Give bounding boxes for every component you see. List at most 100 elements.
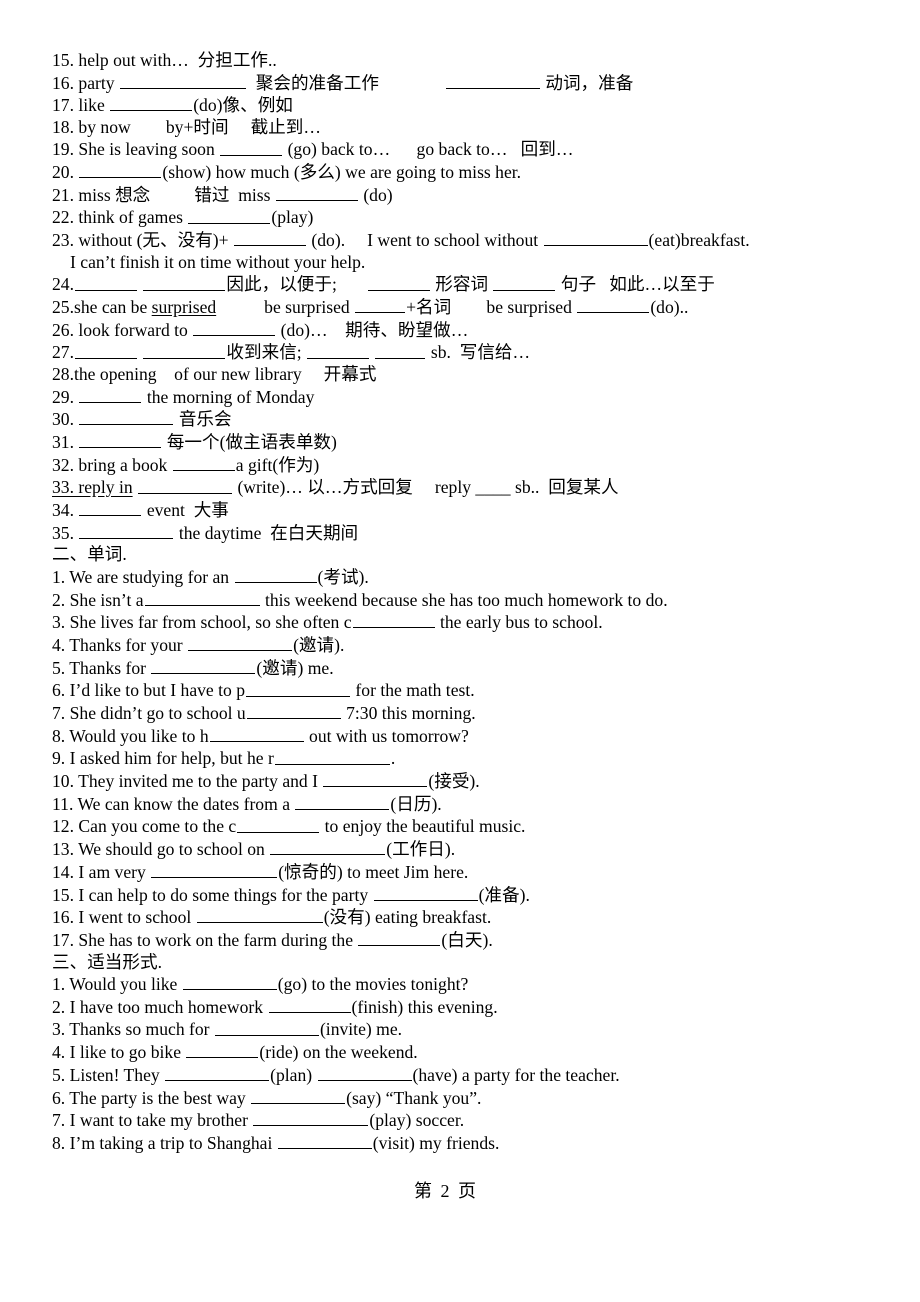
line-number: 28.	[52, 364, 74, 385]
blank-field[interactable]	[234, 229, 306, 247]
blank-field[interactable]	[214, 1018, 319, 1036]
blank-field[interactable]	[182, 973, 277, 991]
line-text: bring a book	[78, 454, 168, 475]
line-number: 9.	[52, 748, 66, 769]
line-text: I went to school	[78, 907, 192, 928]
line-number: 24.	[52, 274, 74, 295]
line-number: 4.	[52, 635, 66, 656]
blank-field[interactable]	[188, 206, 271, 224]
line-number: 8.	[52, 725, 66, 746]
line-number: 18.	[52, 116, 74, 137]
blank-field[interactable]	[75, 341, 137, 359]
blank-field[interactable]	[79, 161, 162, 179]
line-text: (ride) on the weekend.	[259, 1042, 418, 1063]
line-text: (eat)breakfast.	[648, 230, 750, 251]
blank-field[interactable]	[317, 1064, 412, 1081]
blank-field[interactable]	[577, 296, 650, 314]
line-text: I can’t finish it on time without your h…	[70, 251, 366, 272]
form-line-6: 6. The party is the best way (say) “Than…	[52, 1087, 880, 1110]
line-text: Thanks so much for	[69, 1019, 210, 1040]
blank-field[interactable]	[138, 476, 233, 494]
blank-field[interactable]	[110, 94, 193, 112]
blank-field[interactable]	[143, 273, 226, 291]
blank-field[interactable]	[119, 72, 246, 89]
blank-field[interactable]	[275, 184, 358, 201]
line-text: She isn’t a	[69, 589, 144, 610]
blank-field[interactable]	[143, 341, 226, 359]
blank-field[interactable]	[237, 815, 320, 833]
line-text: .	[390, 748, 396, 769]
exercise-line-19: 19. She is leaving soon (go) back to… go…	[52, 138, 880, 161]
blank-field[interactable]	[144, 589, 260, 606]
line-text: (白天).	[441, 930, 493, 951]
blank-field[interactable]	[151, 657, 256, 674]
blank-field[interactable]	[193, 319, 276, 336]
blank-field[interactable]	[307, 341, 370, 359]
blank-field[interactable]	[251, 1087, 346, 1104]
exercise-line-18: 18. by now by+时间 截止到…	[52, 117, 880, 139]
exercise-line-29: 29. the morning of Monday	[52, 386, 880, 409]
form-line-5: 5. Listen! They (plan) (have) a party fo…	[52, 1064, 880, 1087]
blank-field[interactable]	[373, 884, 478, 901]
blank-field[interactable]	[352, 611, 435, 629]
line-number: 21.	[52, 184, 74, 205]
line-text: the morning of Monday	[146, 386, 315, 407]
blank-field[interactable]	[367, 273, 430, 291]
blank-field[interactable]	[246, 702, 341, 720]
form-line-2: 2. I have too much homework (finish) thi…	[52, 996, 880, 1019]
line-number: 20.	[52, 162, 74, 183]
blank-field[interactable]	[75, 273, 137, 291]
line-text: Thanks for	[69, 657, 147, 678]
underlined-answer: surprised	[151, 297, 217, 318]
blank-field[interactable]	[493, 273, 556, 291]
blank-field[interactable]	[355, 296, 406, 314]
line-number: 27.	[52, 342, 74, 363]
blank-field[interactable]	[375, 341, 426, 359]
line-text: look forward to	[78, 319, 188, 340]
blank-field[interactable]	[358, 929, 441, 947]
exercise-line-23b: I can’t finish it on time without your h…	[52, 252, 880, 274]
blank-field[interactable]	[270, 838, 386, 856]
blank-field[interactable]	[274, 747, 390, 765]
blank-field[interactable]	[246, 679, 351, 697]
line-text: Thanks for your	[69, 635, 183, 656]
line-number: 1.	[52, 974, 66, 995]
blank-field[interactable]	[445, 72, 540, 89]
line-number: 6.	[52, 680, 66, 701]
blank-field[interactable]	[253, 1109, 369, 1127]
blank-field[interactable]	[234, 566, 317, 584]
blank-field[interactable]	[79, 408, 174, 426]
blank-field[interactable]	[188, 634, 293, 652]
blank-field[interactable]	[220, 138, 283, 156]
blank-field[interactable]	[196, 906, 323, 924]
line-number: 31.	[52, 432, 74, 453]
line-number: 3.	[52, 1019, 66, 1040]
line-number: 2.	[52, 589, 66, 610]
line-number: 10.	[52, 771, 74, 792]
blank-field[interactable]	[79, 386, 142, 403]
blank-field[interactable]	[79, 499, 142, 517]
blank-field[interactable]	[268, 996, 351, 1013]
blank-field[interactable]	[79, 431, 162, 449]
blank-field[interactable]	[186, 1041, 259, 1059]
line-number: 5.	[52, 1065, 66, 1085]
line-text: (finish) this evening.	[351, 996, 498, 1017]
exercise-line-15: 15. help out with… 分担工作..	[52, 50, 880, 72]
blank-field[interactable]	[151, 861, 278, 878]
blank-field[interactable]	[323, 770, 428, 788]
line-text: (do). I went to school without	[311, 230, 539, 251]
vocab-line-10: 10. They invited me to the party and I (…	[52, 770, 880, 793]
blank-field[interactable]	[277, 1132, 372, 1150]
blank-field[interactable]	[209, 725, 304, 742]
blank-field[interactable]	[79, 522, 174, 539]
exercise-line-31: 31. 每一个(做主语表单数)	[52, 431, 880, 454]
blank-field[interactable]	[165, 1064, 270, 1081]
exercise-line-33: 33. reply in (write)… 以…方式回复 reply ____ …	[52, 476, 880, 499]
line-number: 16.	[52, 72, 74, 93]
blank-field[interactable]	[295, 793, 390, 810]
line-text: 15.	[52, 50, 74, 70]
blank-field[interactable]	[172, 454, 235, 471]
line-text: She has to work on the farm during the	[78, 930, 354, 951]
blank-field[interactable]	[543, 229, 648, 247]
line-text: 形容词	[435, 274, 489, 295]
